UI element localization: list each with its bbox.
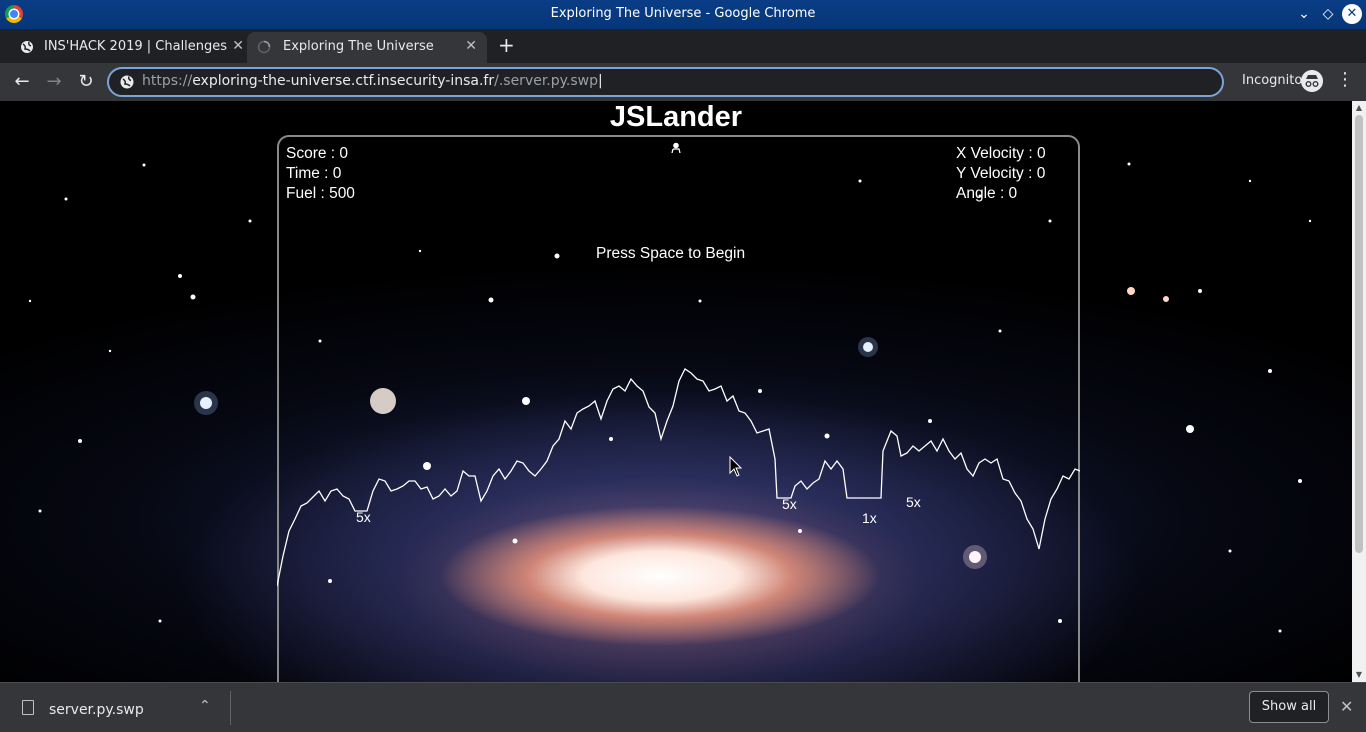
fuel-readout: Fuel : 500 [286, 185, 355, 202]
tab-inshack-challenges[interactable]: INS'HACK 2019 | Challenges ✕ [10, 32, 246, 63]
info-globe-icon[interactable] [119, 74, 135, 90]
time-readout: Time : 0 [286, 165, 342, 182]
start-prompt: Press Space to Begin [596, 245, 746, 262]
globe-icon [21, 41, 33, 53]
url-host: exploring-the-universe.ctf.insecurity-in… [192, 73, 495, 89]
back-arrow-icon[interactable]: ← [10, 70, 34, 94]
tab-close-icon[interactable]: ✕ [232, 38, 244, 54]
more-menu-icon[interactable]: ⋮ [1336, 69, 1354, 90]
new-tab-icon[interactable]: + [498, 33, 515, 57]
angle-readout: Angle : 0 [956, 185, 1018, 202]
scroll-down-arrow-icon[interactable]: ▼ [1352, 668, 1366, 682]
url-path: /.server.py.swp [494, 73, 599, 89]
mouse-pointer-icon [729, 456, 743, 477]
tab-label: INS'HACK 2019 | Challenges [44, 39, 228, 54]
hud-left: Score : 0 Time : 0 Fuel : 500 [286, 144, 355, 204]
incognito-icon[interactable] [1301, 70, 1323, 92]
lander-ship-icon [671, 142, 681, 154]
close-window-icon[interactable]: ✕ [1342, 4, 1362, 24]
game-title: JSLander [609, 101, 743, 133]
chevron-up-icon[interactable]: ⌃ [199, 698, 211, 714]
download-shelf: server.py.swp ⌃ Show all ✕ [0, 682, 1366, 732]
tab-close-icon[interactable]: ✕ [465, 38, 477, 54]
window-titlebar: Exploring The Universe - Google Chrome ⌄… [0, 0, 1366, 29]
lunar-terrain [277, 368, 1080, 587]
multiplier-label: 5x [782, 496, 797, 512]
page-scrollbar[interactable]: ▲ ▼ [1352, 101, 1366, 682]
scrollbar-thumb[interactable] [1355, 115, 1363, 553]
minimize-icon[interactable]: ⌄ [1294, 4, 1314, 24]
show-all-button[interactable]: Show all [1249, 691, 1329, 723]
url-text[interactable]: https://exploring-the-universe.ctf.insec… [142, 73, 603, 89]
tab-strip: INS'HACK 2019 | Challenges ✕ Exploring T… [0, 29, 1366, 63]
hud-right: X Velocity : 0 Y Velocity : 0 Angle : 0 [956, 144, 1046, 204]
tab-label: Exploring The Universe [283, 39, 434, 54]
x-velocity-readout: X Velocity : 0 [956, 145, 1046, 162]
url-scheme: https:// [142, 73, 193, 89]
page-viewport: JSLander Score : 0 Time : 0 Fuel : 500 X… [0, 101, 1352, 682]
tab-exploring-the-universe[interactable]: Exploring The Universe ✕ [247, 32, 487, 63]
address-bar[interactable]: https://exploring-the-universe.ctf.insec… [107, 67, 1224, 97]
file-icon [22, 700, 34, 715]
maximize-icon[interactable]: ◇ [1318, 4, 1338, 24]
score-readout: Score : 0 [286, 145, 349, 162]
download-item-name[interactable]: server.py.swp [49, 702, 144, 718]
close-shelf-icon[interactable]: ✕ [1340, 697, 1353, 716]
multiplier-label: 1x [862, 510, 877, 526]
browser-toolbar: ← → ↻ https://exploring-the-universe.ctf… [0, 63, 1366, 101]
reload-icon[interactable]: ↻ [74, 70, 98, 94]
multiplier-label: 5x [356, 509, 371, 525]
incognito-label: Incognito [1242, 73, 1303, 88]
multiplier-label: 5x [906, 494, 921, 510]
scroll-up-arrow-icon[interactable]: ▲ [1352, 101, 1366, 115]
y-velocity-readout: Y Velocity : 0 [956, 165, 1046, 182]
window-title: Exploring The Universe - Google Chrome [550, 6, 816, 21]
forward-arrow-icon[interactable]: → [42, 70, 66, 94]
divider [230, 691, 231, 725]
loading-spinner-icon [257, 40, 271, 54]
